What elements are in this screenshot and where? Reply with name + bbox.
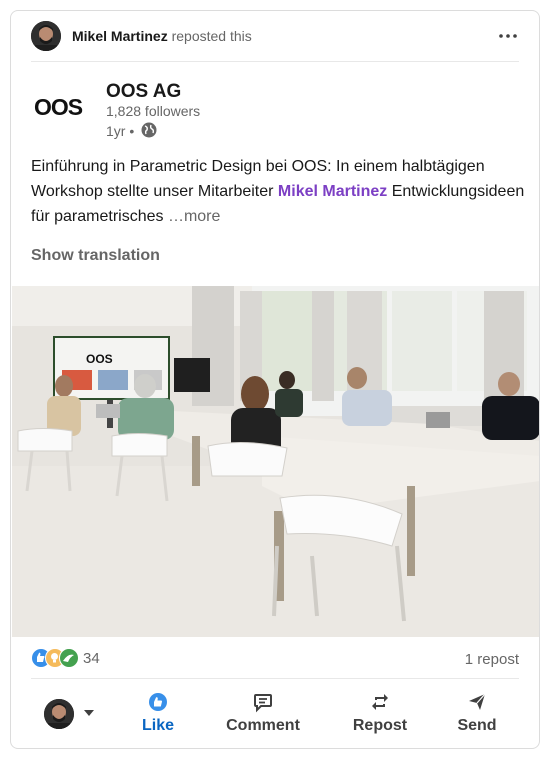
repost-line: Mikel Martinez reposted this	[72, 28, 252, 45]
feed-post-card: Mikel Martinez reposted this OOS OOS AG …	[10, 10, 540, 749]
repost-label: Repost	[352, 717, 408, 734]
show-translation-button[interactable]: Show translation	[31, 246, 160, 266]
follower-count: 1,828 followers	[106, 103, 201, 119]
comment-label: Comment	[226, 717, 300, 734]
mention-link[interactable]: Mikel Martinez	[278, 183, 387, 200]
reaction-count[interactable]: 34	[83, 650, 100, 668]
repost-button[interactable]: Repost	[345, 691, 415, 741]
support-reaction-icon	[59, 648, 79, 668]
reposter-avatar[interactable]	[31, 21, 61, 51]
send-label: Send	[457, 717, 497, 734]
send-button[interactable]: Send	[451, 691, 503, 741]
post-image[interactable]: OOS	[12, 286, 539, 637]
company-name[interactable]: OOS AG	[106, 81, 181, 103]
svg-text:OOS: OOS	[34, 94, 83, 120]
comment-icon	[252, 691, 274, 713]
repost-header: Mikel Martinez reposted this	[11, 11, 539, 61]
send-icon	[466, 691, 488, 713]
like-button[interactable]: Like	[133, 691, 183, 741]
like-label: Like	[141, 717, 174, 734]
post-body: Einführung in Parametric Design bei OOS:…	[31, 154, 526, 229]
repost-icon	[369, 691, 391, 713]
caret-down-icon[interactable]	[82, 706, 96, 720]
post-time: 1yr •	[106, 123, 135, 139]
more-horizontal-icon[interactable]	[497, 26, 519, 46]
svg-text:OOS: OOS	[86, 352, 113, 366]
see-more-button[interactable]: …more	[168, 208, 220, 225]
repost-count[interactable]: 1 repost	[465, 651, 519, 669]
company-logo[interactable]: OOS	[33, 93, 91, 123]
social-action-bar: Like Comment Repost Send	[11, 679, 539, 748]
like-icon	[147, 691, 169, 713]
actor-selector-avatar[interactable]	[44, 699, 74, 729]
divider	[31, 61, 519, 62]
reposter-name[interactable]: Mikel Martinez	[72, 28, 168, 44]
repost-action-text: reposted this	[171, 28, 252, 44]
globe-icon	[141, 122, 157, 138]
comment-button[interactable]: Comment	[216, 691, 310, 741]
